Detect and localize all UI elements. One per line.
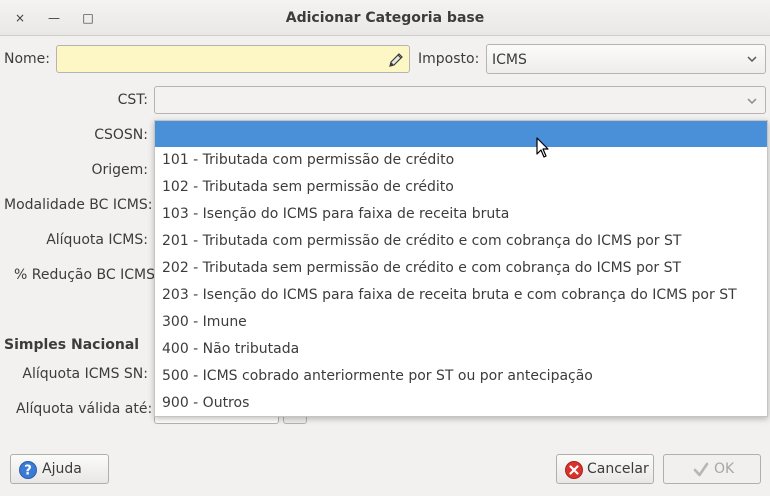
list-item[interactable]: 500 - ICMS cobrado anteriormente por ST … (162, 368, 593, 384)
origem-label: Origem: (91, 162, 148, 178)
help-icon: ? (19, 461, 37, 479)
modalidade-label: Modalidade BC ICMS: (4, 197, 153, 213)
list-item[interactable]: 400 - Não tributada (162, 341, 299, 357)
imposto-label: Imposto: (418, 51, 480, 67)
ok-label: OK (714, 461, 735, 477)
imposto-value: ICMS (492, 52, 527, 68)
chevron-down-icon (747, 56, 757, 63)
chevron-down-icon (747, 98, 757, 105)
list-item[interactable]: 300 - Imune (162, 314, 247, 330)
simples-nacional-heading: Simples Nacional (4, 337, 140, 353)
ajuda-button[interactable]: ? Ajuda (10, 454, 109, 484)
ok-button[interactable]: OK (663, 454, 761, 484)
mouse-cursor-icon (536, 137, 549, 158)
aliquota-label: Alíquota ICMS: (46, 232, 148, 248)
cancelar-button[interactable]: Cancelar (556, 454, 654, 484)
aliquota-sn-label: Alíquota ICMS SN: (22, 366, 148, 382)
list-item[interactable]: 201 - Tributada com permissão de crédito… (162, 233, 681, 249)
list-item[interactable]: 101 - Tributada com permissão de crédito (162, 152, 454, 168)
list-item[interactable]: 103 - Isenção do ICMS para faixa de rece… (162, 206, 509, 222)
cst-label: CST: (117, 92, 148, 108)
cancelar-label: Cancelar (587, 461, 649, 477)
window-title: Adicionar Categoria base (285, 10, 485, 26)
svg-text:?: ? (24, 464, 32, 479)
cancel-icon (565, 461, 583, 479)
list-item[interactable]: 102 - Tributada sem permissão de crédito (162, 179, 454, 195)
list-item[interactable]: 203 - Isenção do ICMS para faixa de rece… (162, 287, 737, 303)
csosn-dropdown-list[interactable]: 101 - Tributada com permissão de crédito… (154, 120, 768, 417)
ajuda-label: Ajuda (42, 461, 82, 477)
imposto-select[interactable]: ICMS (486, 44, 766, 74)
list-item-selected[interactable] (155, 121, 767, 147)
title-bar: × — □ Adicionar Categoria base (0, 0, 770, 36)
reducao-label: % Redução BC ICMS (14, 267, 155, 283)
pencil-icon[interactable] (387, 51, 405, 69)
checkmark-icon (693, 462, 709, 477)
list-item[interactable]: 202 - Tributada sem permissão de crédito… (162, 260, 681, 276)
nome-label: Nome: (4, 51, 51, 67)
list-item[interactable]: 900 - Outros (162, 395, 249, 411)
nome-input[interactable] (56, 45, 410, 73)
cst-select[interactable] (154, 86, 766, 114)
aliquota-valida-label: Alíquota válida até: (16, 401, 153, 417)
csosn-label: CSOSN: (94, 127, 148, 143)
